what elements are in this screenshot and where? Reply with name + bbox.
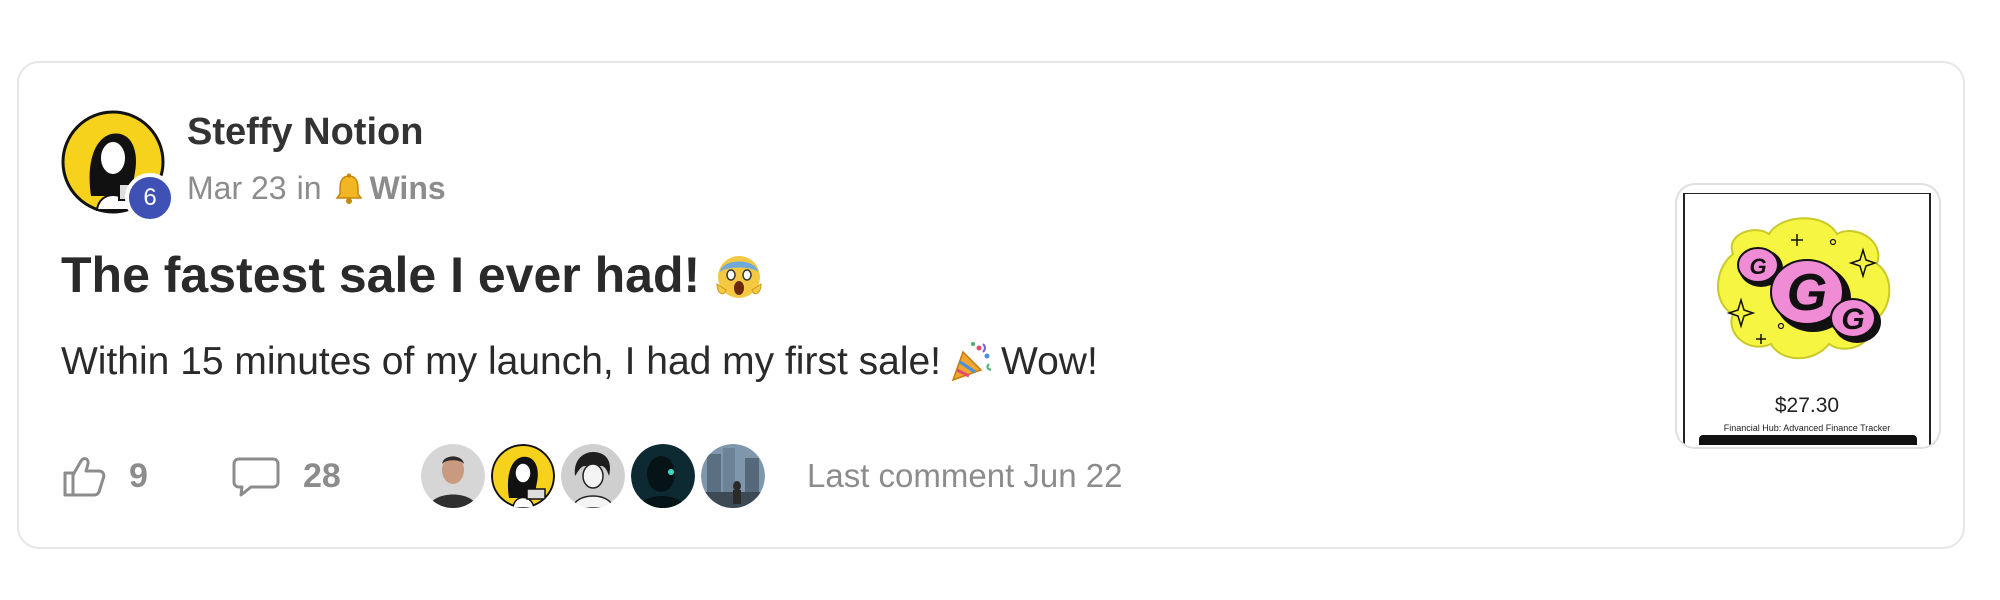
comment-bubble-icon: [232, 457, 280, 497]
logo-letter-g-small: G: [1749, 254, 1766, 279]
bell-icon: [335, 173, 362, 204]
in-label: in: [296, 170, 322, 206]
logo-letter-g-medium: G: [1841, 303, 1864, 336]
post-body-end: Wow!: [1001, 340, 1098, 383]
thumbnail-frame: G G G $27.30 Financial Hub: Advanced Fin…: [1683, 193, 1931, 445]
product-logo-icon: G G G: [1717, 217, 1891, 360]
author-avatar-wrap[interactable]: 6: [61, 110, 175, 223]
like-count: 9: [129, 456, 148, 495]
thumbs-up-icon: [63, 457, 106, 497]
author-name[interactable]: Steffy Notion: [187, 111, 423, 154]
participant-avatar[interactable]: [421, 444, 485, 508]
post-card[interactable]: 6 Steffy Notion Mar 23 in Wins The faste…: [17, 61, 1965, 549]
last-comment-label[interactable]: Last comment Jun 22: [807, 457, 1123, 495]
post-meta: Mar 23 in Wins: [187, 170, 446, 207]
level-badge: 6: [125, 173, 175, 223]
post-body-text: Within 15 minutes of my launch, I had my…: [61, 340, 942, 383]
participant-avatar[interactable]: [701, 444, 765, 508]
participant-avatar[interactable]: [631, 444, 695, 508]
post-title[interactable]: The fastest sale I ever had!: [61, 246, 764, 304]
buy-bar: [1699, 435, 1917, 445]
logo-letter-g-large: G: [1787, 264, 1827, 322]
comment-count: 28: [303, 456, 341, 495]
comment-button[interactable]: 28: [231, 453, 411, 499]
post-title-text: The fastest sale I ever had!: [61, 247, 701, 303]
participant-avatar[interactable]: [561, 444, 625, 508]
category-link[interactable]: Wins: [370, 170, 446, 207]
participants-list: [421, 444, 771, 508]
post-actions: 9 28 Last comment Jun 22: [61, 441, 1123, 511]
party-popper-icon: [951, 342, 992, 382]
post-date[interactable]: Mar 23: [187, 170, 287, 207]
like-button[interactable]: 9: [61, 453, 231, 499]
participant-avatar[interactable]: [491, 444, 555, 508]
product-price: $27.30: [1774, 394, 1840, 417]
product-thumbnail[interactable]: G G G $27.30 Financial Hub: Advanced Fin…: [1675, 183, 1941, 449]
post-body: Within 15 minutes of my launch, I had my…: [61, 340, 1098, 384]
screaming-face-icon: [716, 256, 762, 298]
product-name: Financial Hub: Advanced Finance Tracker: [1723, 423, 1891, 433]
